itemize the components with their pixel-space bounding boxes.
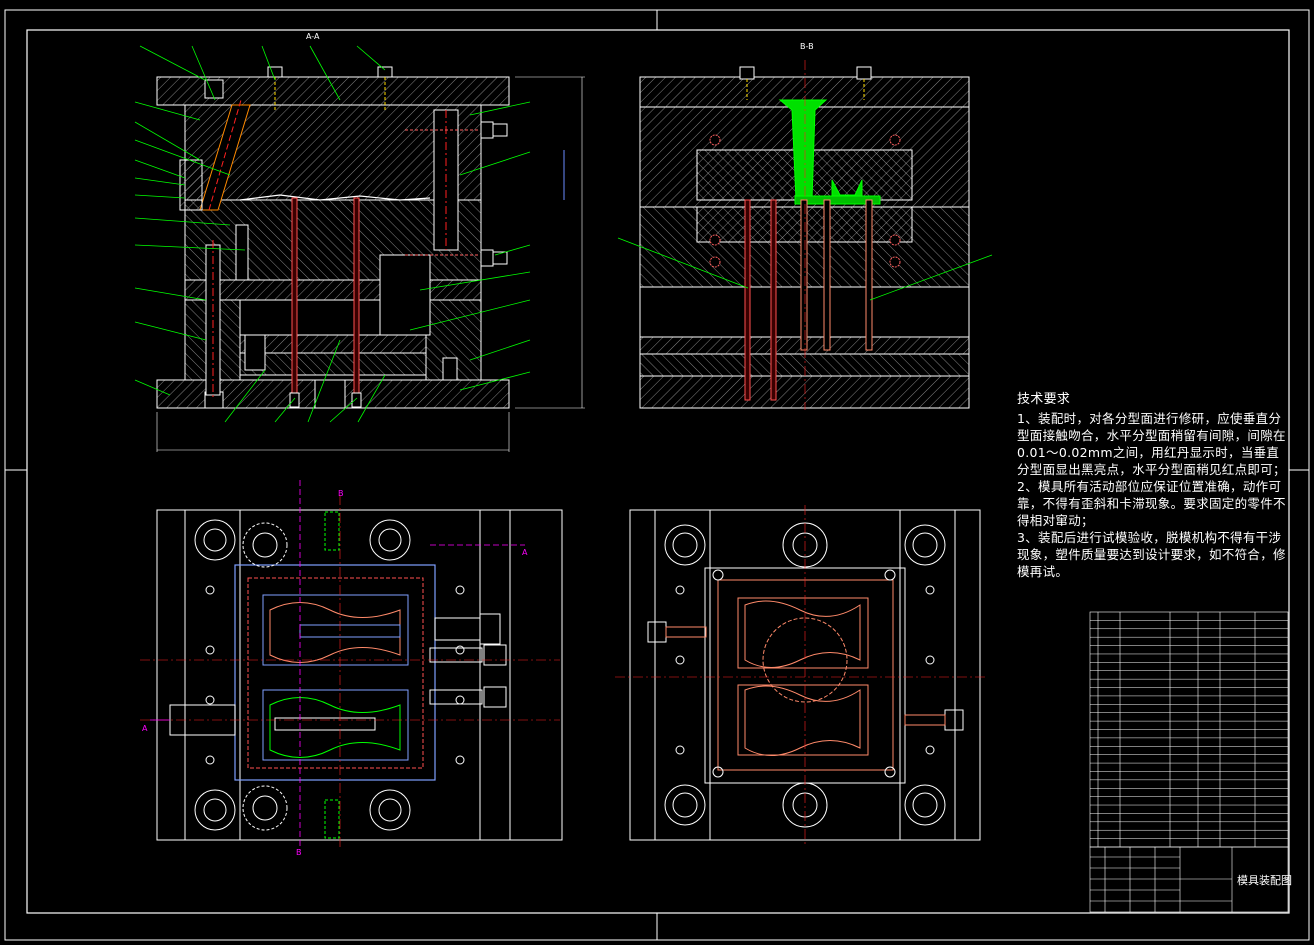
moving-half-plan-view <box>140 480 563 850</box>
requirement-item-3: 3、装配后进行试模验收，脱模机构不得有干涉现象，塑件质量要达到设计要求，如不符合… <box>1017 530 1286 579</box>
fixed-half-plan-view <box>615 505 985 845</box>
section-bb-view <box>617 60 993 410</box>
water-nipple-icon <box>480 121 508 267</box>
cut-marker-b-top: B <box>338 489 344 498</box>
section-label-aa: A-A <box>306 32 320 41</box>
technical-requirements: 技术要求 1、装配时，对各分型面进行修研，应使垂直分型面接触吻合，水平分型面稍留… <box>1017 391 1287 580</box>
cut-marker-a-left: A <box>142 724 148 733</box>
section-label-bb: B-B <box>800 42 814 51</box>
requirement-item-2: 2、模具所有活动部位应保证位置准确，动作可靠，不得有歪斜和卡滞现象。要求固定的零… <box>1017 479 1286 528</box>
drawing-title: 模具装配图 <box>1237 874 1292 887</box>
cut-marker-b-bottom: B <box>296 848 302 857</box>
requirement-item-1: 1、装配时，对各分型面进行修研，应使垂直分型面接触吻合，水平分型面稍留有间隙，间… <box>1017 411 1286 477</box>
cad-drawing-sheet: A-A B-B B B A A 技术要求 1、装配时，对各分型面进行修研，应使垂… <box>0 0 1314 945</box>
cut-marker-a-right: A <box>522 548 528 557</box>
technical-requirements-heading: 技术要求 <box>1017 392 1071 407</box>
section-aa-view <box>134 45 585 452</box>
